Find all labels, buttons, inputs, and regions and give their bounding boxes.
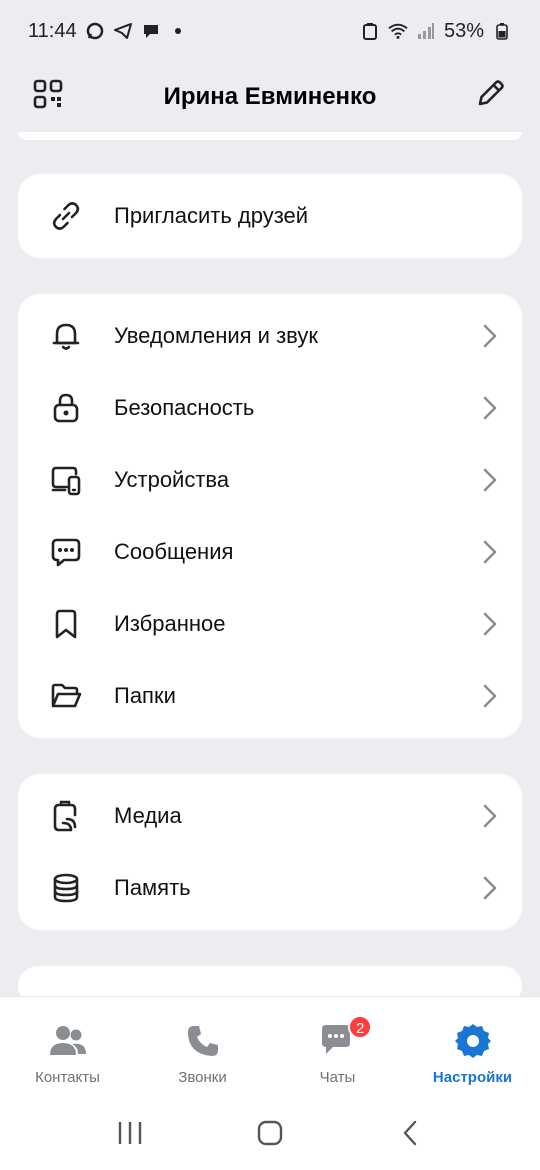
chevron-right-icon <box>480 466 500 494</box>
message-icon <box>48 534 84 570</box>
chevron-right-icon <box>480 394 500 422</box>
profile-card-bottom <box>18 132 522 140</box>
row-label: Пригласить друзей <box>114 203 309 228</box>
phone-icon <box>183 1021 223 1061</box>
row-notifications[interactable]: Уведомления и звук <box>18 300 522 372</box>
row-label: Сообщения <box>114 539 234 564</box>
settings-gear-icon <box>453 1021 493 1061</box>
chevron-right-icon <box>480 802 500 830</box>
chevron-right-icon <box>480 682 500 710</box>
nav-contacts[interactable]: Контакты <box>0 997 135 1097</box>
recent-apps-icon[interactable] <box>110 1113 150 1153</box>
system-navigation-bar <box>0 1096 540 1170</box>
row-storage[interactable]: Память <box>18 852 522 924</box>
pencil-icon[interactable] <box>474 76 508 110</box>
invite-card: Пригласить друзей <box>18 174 522 258</box>
row-label: Папки <box>114 683 176 708</box>
status-bar: 11:44 53% <box>0 0 540 62</box>
qr-code-icon[interactable] <box>32 78 64 110</box>
battery-saver-icon <box>360 21 380 41</box>
nav-chats[interactable]: 2 Чаты <box>270 997 405 1097</box>
nav-label: Контакты <box>35 1069 100 1086</box>
notification-dot <box>174 28 181 34</box>
lock-icon <box>48 390 84 426</box>
link-icon <box>48 198 84 234</box>
chevron-right-icon <box>480 610 500 638</box>
bell-icon <box>48 318 84 354</box>
bottom-navigation: Контакты Звонки 2 Чаты Настройки <box>0 996 540 1096</box>
bookmark-icon <box>48 606 84 642</box>
nav-settings[interactable]: Настройки <box>405 997 540 1097</box>
status-time: 11:44 <box>28 19 77 42</box>
row-label: Память <box>114 875 191 900</box>
devices-icon <box>48 462 84 498</box>
unread-badge: 2 <box>348 1015 373 1039</box>
telegram-icon <box>113 21 133 41</box>
row-favorites[interactable]: Избранное <box>18 588 522 660</box>
chevron-right-icon <box>480 874 500 902</box>
database-icon <box>48 870 84 906</box>
signal-icon <box>416 21 436 41</box>
battery-percent: 53% <box>443 19 484 42</box>
row-security[interactable]: Безопасность <box>18 372 522 444</box>
row-messages[interactable]: Сообщения <box>18 516 522 588</box>
wifi-icon <box>388 21 408 41</box>
row-label: Безопасность <box>114 395 255 420</box>
page-title: Ирина Евминенко <box>163 83 377 110</box>
home-icon[interactable] <box>250 1113 290 1153</box>
nav-label: Настройки <box>432 1069 513 1086</box>
back-icon[interactable] <box>390 1113 430 1153</box>
nav-calls[interactable]: Звонки <box>135 997 270 1097</box>
chevron-right-icon <box>480 538 500 566</box>
folder-icon <box>48 678 84 714</box>
chat-icon <box>141 21 161 41</box>
battery-icon <box>492 21 512 41</box>
nav-label: Звонки <box>178 1069 227 1086</box>
row-label: Медиа <box>114 803 182 828</box>
chevron-right-icon <box>480 322 500 350</box>
row-label: Избранное <box>114 611 226 636</box>
row-label: Уведомления и звук <box>114 323 318 348</box>
settings-card: Уведомления и звук Безопасность Устройст… <box>18 294 522 738</box>
app-header: Ирина Евминенко <box>0 62 540 132</box>
row-label: Устройства <box>114 467 230 492</box>
data-card: Медиа Память <box>18 774 522 930</box>
row-invite-friends[interactable]: Пригласить друзей <box>18 180 522 252</box>
contacts-icon <box>48 1021 88 1061</box>
nav-label: Чаты <box>319 1069 356 1086</box>
message-bubble-icon <box>85 21 105 41</box>
row-devices[interactable]: Устройства <box>18 444 522 516</box>
row-media[interactable]: Медиа <box>18 780 522 852</box>
row-folders[interactable]: Папки <box>18 660 522 732</box>
media-icon <box>48 798 84 834</box>
